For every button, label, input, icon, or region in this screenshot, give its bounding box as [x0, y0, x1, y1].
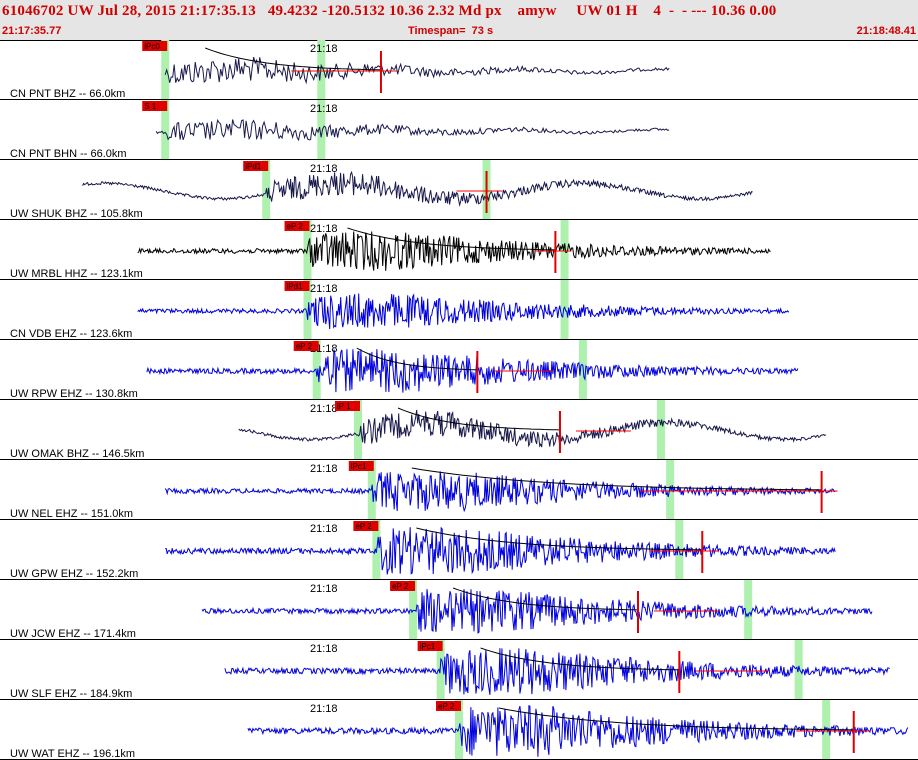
pick-label: iPc1: [351, 462, 367, 471]
station-label: UW NEL EHZ -- 151.0km: [10, 508, 133, 520]
station-label: UW MRBL HHZ -- 123.1km: [10, 268, 143, 280]
station-label: UW JCW EHZ -- 171.4km: [10, 628, 136, 640]
waveform-trace: [146, 349, 799, 393]
station-label: UW RPW EHZ -- 130.8km: [10, 388, 138, 400]
station-label: CN VDB EHZ -- 123.6km: [10, 328, 132, 340]
station-label: UW OMAK BHZ -- 146.5km: [10, 448, 144, 460]
pick-label: eP 2: [392, 582, 409, 591]
seismogram-panel[interactable]: 21:18 iPd1 CN VDB EHZ -- 123.6km: [0, 280, 918, 340]
time-marker-label: 21:18: [310, 223, 338, 235]
waveform-trace: [224, 648, 890, 695]
time-marker-label: 21:18: [310, 403, 338, 415]
start-time: 21:17:35.77: [2, 25, 62, 37]
station-label: UW WAT EHZ -- 196.1km: [10, 748, 135, 760]
coda-curve: [397, 407, 561, 431]
time-marker-label: 21:18: [310, 523, 338, 535]
waveform-trace: [164, 56, 670, 85]
pick-label: S 1: [144, 102, 157, 111]
seismogram-panel[interactable]: 21:18eP 2UW RPW EHZ -- 130.8km: [0, 340, 918, 400]
time-marker-label: 21:18: [310, 583, 338, 595]
s-pick-bar[interactable]: [560, 280, 569, 339]
end-time: 21:18:48.41: [856, 25, 916, 37]
waveform-trace: [137, 293, 790, 330]
waveform-trace: [238, 409, 827, 448]
waveform-trace: [137, 231, 771, 271]
time-marker-label: 21:18: [310, 103, 338, 115]
time-marker-label: 21:18: [310, 163, 338, 175]
waveform-trace: [165, 526, 836, 575]
pick-label: iP 1: [337, 402, 351, 411]
seismogram-panel[interactable]: 21:18 iPc0 CN PNT BHZ -- 66.0km: [0, 40, 918, 100]
coda-curve: [347, 227, 556, 251]
pick-label: iPd1: [287, 282, 304, 291]
waveform-trace: [82, 170, 753, 207]
pick-label: iPc1: [420, 642, 436, 651]
seismogram-panel[interactable]: 21:18 eP 2 UW WAT EHZ -- 196.1km: [0, 700, 918, 760]
pick-label: eP 2: [296, 342, 313, 351]
time-marker-label: 21:18: [310, 703, 338, 715]
seismogram-panel[interactable]: 21:18 iPc1 UW SLF EHZ -- 184.9km: [0, 640, 918, 700]
event-header: 61046702 UW Jul 28, 2015 21:17:35.13 49.…: [0, 0, 918, 41]
seismogram-panel[interactable]: 21:18 eP 2 UW MRBL HHZ -- 123.1km: [0, 220, 918, 280]
seismogram-panel[interactable]: 21:18 iPc1 UW NEL EHZ -- 151.0km: [0, 460, 918, 520]
timespan: Timespan= 73 s: [408, 25, 494, 37]
station-label: CN PNT BHZ -- 66.0km: [10, 88, 125, 100]
s-pick-bar[interactable]: [656, 400, 665, 459]
seismogram-panel[interactable]: 21:18 S 1 CN PNT BHN -- 66.0km: [0, 100, 918, 160]
time-marker-label: 21:18: [310, 643, 338, 655]
pick-label: iPd1: [245, 162, 262, 171]
station-label: CN PNT BHN -- 66.0km: [10, 148, 127, 160]
seismogram-panel[interactable]: 21:18 iP 1 UW OMAK BHZ -- 146.5km: [0, 400, 918, 460]
seismogram-panel[interactable]: 21:18 iPd1 UW SHUK BHZ -- 105.8km: [0, 160, 918, 220]
waveform-trace: [201, 589, 873, 634]
seismogram-panels[interactable]: 21:18 iPc0 CN PNT BHZ -- 66.0km 21:18 S 1 CN …: [0, 40, 918, 760]
station-label: UW SHUK BHZ -- 105.8km: [10, 208, 143, 220]
seismogram-panel[interactable]: 21:18 eP 2 UW JCW EHZ -- 171.4km: [0, 580, 918, 640]
seismogram-panel[interactable]: 21:18 eP 2 UW GPW EHZ -- 152.2km: [0, 520, 918, 580]
pick-label: eP 2: [287, 222, 304, 231]
pick-label: eP 2: [438, 702, 455, 711]
station-label: UW SLF EHZ -- 184.9km: [10, 688, 132, 700]
time-marker-label: 21:18: [310, 463, 338, 475]
pick-label: eP 2: [355, 522, 372, 531]
time-marker-label: 21:18: [310, 283, 338, 295]
event-title: 61046702 UW Jul 28, 2015 21:17:35.13 49.…: [2, 3, 777, 19]
pick-label: iPc0: [144, 42, 160, 51]
time-marker-label: 21:18: [310, 43, 338, 55]
waveform-trace: [155, 118, 670, 142]
station-label: UW GPW EHZ -- 152.2km: [10, 568, 138, 580]
coda-curve: [205, 47, 382, 71]
